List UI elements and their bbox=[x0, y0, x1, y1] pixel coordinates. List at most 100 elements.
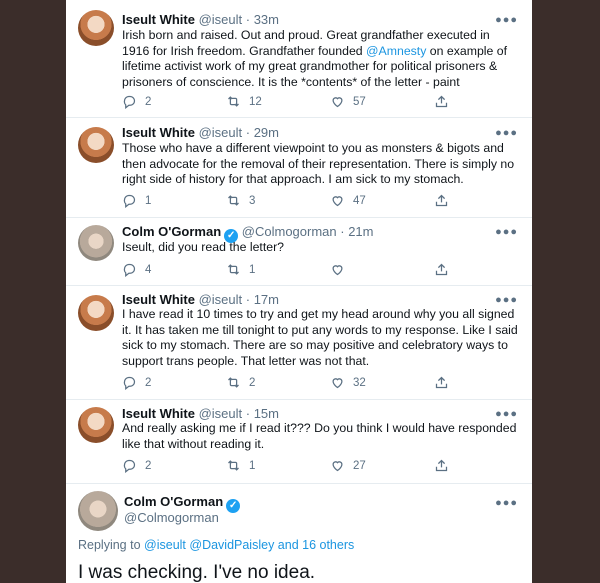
retweet-button[interactable]: 3 bbox=[226, 193, 255, 208]
author-handle[interactable]: @Colmogorman bbox=[242, 224, 337, 239]
tweet[interactable]: Iseult White @iseult · 15m ●●● And reall… bbox=[66, 399, 532, 484]
separator: · bbox=[242, 125, 254, 140]
retweet-icon bbox=[228, 96, 239, 107]
tweet-actions: 1 3 47 bbox=[122, 193, 452, 209]
tweet-header: Iseult White @iseult · 15m bbox=[122, 406, 279, 422]
author-name[interactable]: Colm O'Gorman bbox=[124, 494, 223, 509]
separator: · bbox=[242, 292, 254, 307]
avatar[interactable] bbox=[78, 407, 114, 443]
reply-button[interactable]: 2 bbox=[122, 458, 151, 473]
reply-count: 1 bbox=[145, 194, 152, 207]
reply-button[interactable]: 1 bbox=[122, 193, 151, 208]
more-icon[interactable]: ●●● bbox=[495, 498, 518, 509]
reply-button[interactable]: 4 bbox=[122, 262, 151, 277]
like-count: 57 bbox=[353, 95, 366, 108]
reply-icon bbox=[123, 263, 136, 277]
timestamp[interactable]: 21m bbox=[348, 224, 373, 239]
like-button[interactable]: 27 bbox=[330, 458, 366, 473]
timestamp[interactable]: 33m bbox=[254, 12, 279, 27]
retweet-button[interactable]: 1 bbox=[226, 458, 255, 473]
tweet[interactable]: Iseult White @iseult · 29m ●●● Those who… bbox=[66, 117, 532, 218]
author-handle[interactable]: @iseult bbox=[199, 12, 243, 27]
tweet-actions: 2 1 27 bbox=[122, 458, 452, 474]
share-icon bbox=[435, 95, 448, 108]
like-count: 32 bbox=[353, 376, 366, 389]
reply-count: 2 bbox=[145, 459, 152, 472]
retweet-count: 1 bbox=[249, 263, 256, 276]
retweet-count: 3 bbox=[249, 194, 256, 207]
like-button[interactable]: 32 bbox=[330, 375, 366, 390]
tweet-header: Iseult White @iseult · 29m bbox=[122, 125, 279, 141]
more-icon[interactable]: ●●● bbox=[495, 295, 518, 306]
reply-count: 4 bbox=[145, 263, 152, 276]
author-handle[interactable]: @iseult bbox=[199, 406, 243, 421]
avatar[interactable] bbox=[78, 295, 114, 331]
tweet-text: And really asking me if I read it??? Do … bbox=[122, 421, 517, 451]
author-handle[interactable]: @Colmogorman bbox=[124, 510, 219, 526]
timestamp[interactable]: 17m bbox=[254, 292, 279, 307]
like-button[interactable]: 47 bbox=[330, 193, 366, 208]
like-icon bbox=[332, 378, 343, 389]
share-button[interactable] bbox=[434, 262, 449, 277]
replying-to-links[interactable]: @iseult @DavidPaisley and 16 others bbox=[144, 538, 354, 552]
avatar[interactable] bbox=[78, 127, 114, 163]
avatar[interactable] bbox=[78, 491, 118, 531]
more-icon[interactable]: ●●● bbox=[495, 128, 518, 139]
more-icon[interactable]: ●●● bbox=[495, 227, 518, 238]
like-button[interactable] bbox=[330, 262, 353, 277]
author-name[interactable]: Iseult White bbox=[122, 406, 195, 421]
like-icon bbox=[332, 97, 343, 108]
reply-count: 2 bbox=[145, 95, 152, 108]
reply-icon bbox=[123, 376, 136, 390]
avatar[interactable] bbox=[78, 10, 114, 46]
retweet-icon bbox=[228, 377, 239, 388]
tweet[interactable]: Iseult White @iseult · 33m ●●● Irish bor… bbox=[66, 0, 532, 118]
author-name[interactable]: Iseult White bbox=[122, 12, 195, 27]
tweet[interactable]: Iseult White @iseult · 17m ●●● I have re… bbox=[66, 285, 532, 400]
tweet-actions: 2 2 32 bbox=[122, 375, 452, 391]
mention-link[interactable]: @Amnesty bbox=[366, 44, 426, 58]
reply-button[interactable]: 2 bbox=[122, 375, 151, 390]
retweet-button[interactable]: 1 bbox=[226, 262, 255, 277]
tweet-text: Irish born and raised. Out and proud. Gr… bbox=[122, 28, 520, 90]
like-count: 27 bbox=[353, 459, 366, 472]
share-button[interactable] bbox=[434, 94, 449, 109]
like-button[interactable]: 57 bbox=[330, 94, 366, 109]
conversation-panel: Iseult White @iseult · 33m ●●● Irish bor… bbox=[66, 0, 532, 583]
author-name[interactable]: Iseult White bbox=[122, 292, 195, 307]
tweet[interactable]: Colm O'Gorman ✓ @Colmogorman · 21m ●●● Is… bbox=[66, 217, 532, 286]
retweet-button[interactable]: 12 bbox=[226, 94, 262, 109]
share-button[interactable] bbox=[434, 193, 449, 208]
timestamp[interactable]: 15m bbox=[254, 406, 279, 421]
retweet-icon bbox=[228, 264, 239, 275]
retweet-icon bbox=[228, 460, 239, 471]
retweet-icon bbox=[228, 195, 239, 206]
author-handle[interactable]: @iseult bbox=[199, 125, 243, 140]
reply-icon bbox=[123, 95, 136, 109]
author-name[interactable]: Colm O'Gorman bbox=[122, 224, 221, 239]
separator: · bbox=[242, 12, 254, 27]
tweet-header: Iseult White @iseult · 17m bbox=[122, 292, 279, 308]
retweet-button[interactable]: 2 bbox=[226, 375, 255, 390]
retweet-count: 2 bbox=[249, 376, 256, 389]
reply-button[interactable]: 2 bbox=[122, 94, 151, 109]
avatar[interactable] bbox=[78, 225, 114, 261]
more-icon[interactable]: ●●● bbox=[495, 409, 518, 420]
like-count: 47 bbox=[353, 194, 366, 207]
author-handle[interactable]: @iseult bbox=[199, 292, 243, 307]
replying-to: Replying to @iseult @DavidPaisley and 16… bbox=[78, 538, 354, 552]
separator: · bbox=[242, 406, 254, 421]
author-name[interactable]: Iseult White bbox=[122, 125, 195, 140]
tweet-text: I have read it 10 times to try and get m… bbox=[122, 307, 518, 368]
timestamp[interactable]: 29m bbox=[254, 125, 279, 140]
share-icon bbox=[435, 376, 448, 389]
focused-tweet-text: I was checking. I've no idea. bbox=[78, 562, 316, 583]
verified-icon: ✓ bbox=[226, 499, 241, 513]
share-button[interactable] bbox=[434, 375, 449, 390]
tweet-actions: 2 12 57 bbox=[122, 94, 452, 110]
share-button[interactable] bbox=[434, 458, 449, 473]
tweet-actions: 4 1 bbox=[122, 262, 452, 278]
retweet-count: 1 bbox=[249, 459, 256, 472]
more-icon[interactable]: ●●● bbox=[495, 15, 518, 26]
share-icon bbox=[435, 263, 448, 276]
